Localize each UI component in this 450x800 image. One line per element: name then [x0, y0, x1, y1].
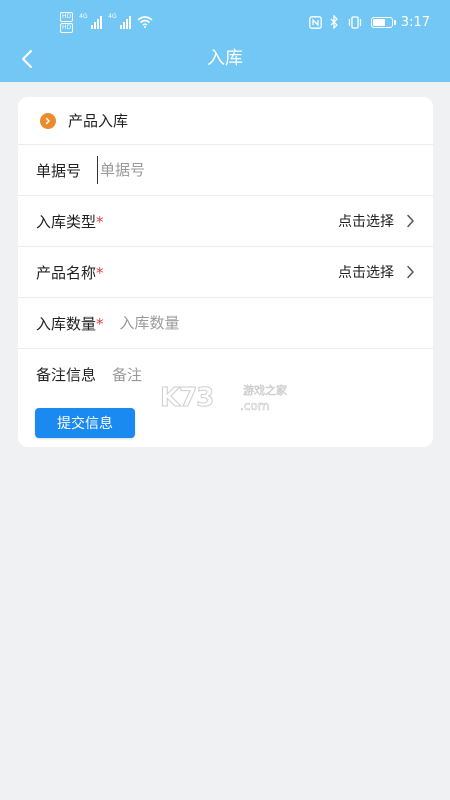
watermark-logo: K73 游戏之家 .com — [159, 380, 290, 416]
watermark-bottom-text: .com — [240, 399, 270, 414]
required-mark: * — [96, 263, 104, 282]
required-mark: * — [96, 314, 104, 333]
submit-button[interactable]: 提交信息 — [35, 408, 135, 438]
vibrate-icon — [348, 15, 361, 29]
status-bar: HD HD 4G 4G 3:17 — [0, 0, 450, 40]
stock-type-label: 入库类型* — [36, 212, 104, 231]
bluetooth-icon — [330, 15, 338, 29]
status-right: 3:17 — [308, 12, 430, 32]
signal-icon-2: 4G — [108, 13, 132, 29]
doc-no-input[interactable] — [97, 156, 415, 184]
watermark-logo-text: K73 — [159, 383, 214, 414]
signal-icon: 4G — [79, 13, 103, 29]
product-name-label: 产品名称* — [36, 263, 104, 282]
hd-badges: HD HD — [60, 11, 74, 33]
network-type-1: 4G — [79, 13, 88, 20]
page-title: 入库 — [207, 48, 243, 69]
stock-type-value: 点击选择 — [338, 214, 394, 230]
status-left: HD HD 4G 4G — [60, 11, 153, 33]
required-mark: * — [96, 212, 104, 231]
product-name-value: 点击选择 — [338, 265, 394, 281]
quantity-row: 入库数量* — [18, 298, 433, 349]
remark-label: 备注信息 — [36, 366, 97, 384]
hd-badge-2: HD — [60, 22, 74, 33]
watermark-top-text: 游戏之家 — [243, 384, 288, 398]
chevron-right-icon — [407, 214, 414, 228]
quantity-label: 入库数量* — [36, 314, 104, 333]
section-title: 产品入库 — [68, 112, 129, 130]
network-type-2: 4G — [108, 13, 117, 20]
status-time: 3:17 — [400, 14, 430, 30]
product-name-row[interactable]: 产品名称* 点击选择 — [18, 247, 433, 298]
wifi-icon — [137, 16, 153, 28]
section-header: 产品入库 — [18, 97, 433, 145]
quantity-input[interactable] — [119, 309, 415, 337]
doc-no-row: 单据号 — [18, 145, 433, 196]
battery-icon — [370, 16, 396, 28]
stock-type-select[interactable]: 点击选择 — [338, 211, 415, 231]
product-name-select[interactable]: 点击选择 — [338, 262, 415, 282]
stock-type-row[interactable]: 入库类型* 点击选择 — [18, 196, 433, 247]
chevron-right-icon — [407, 265, 414, 279]
top-header: HD HD 4G 4G 3:17 入库 — [0, 0, 450, 82]
chevron-right-circle-icon — [40, 112, 56, 129]
hd-badge-1: HD — [60, 11, 74, 22]
doc-no-label: 单据号 — [36, 161, 82, 180]
nfc-icon — [308, 15, 322, 29]
